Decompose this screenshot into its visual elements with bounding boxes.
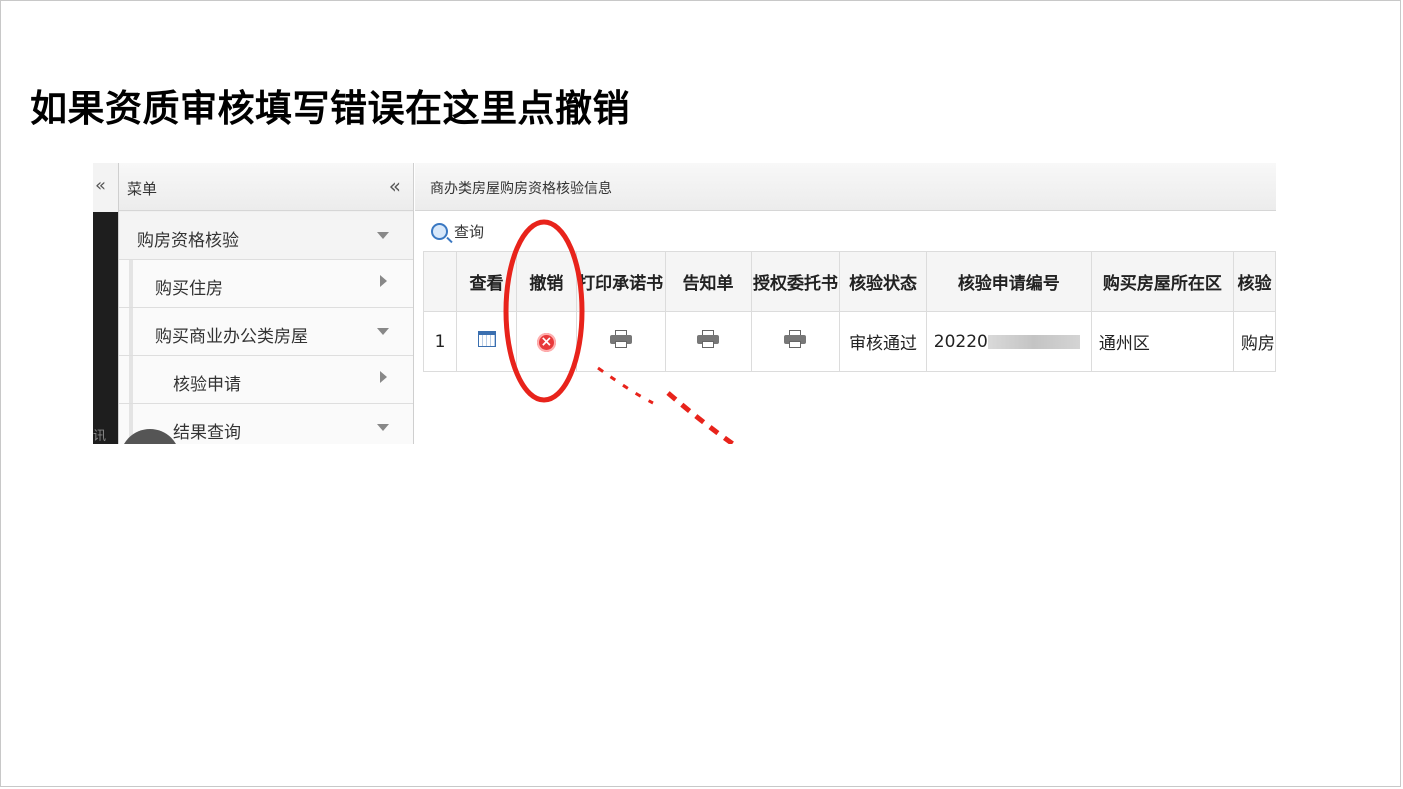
menu-item-label: 购房资格核验: [137, 231, 239, 251]
caret-down-icon: [377, 424, 389, 431]
menu-item-eligibility[interactable]: 购房资格核验: [119, 212, 413, 260]
notice-cell: [664, 311, 752, 372]
caret-right-icon: [380, 275, 387, 287]
menu-title: 菜单: [127, 180, 158, 198]
menu-item-commercial[interactable]: 购买商业办公类房屋: [119, 308, 413, 356]
status-cell: 审核通过: [839, 311, 927, 372]
side-text: 讯: [93, 429, 107, 444]
printer-icon[interactable]: [697, 330, 720, 348]
results-table: 查看 撤销 打印承诺书 告知单 授权委托书 核验状态 核验申请编号 购买房屋所在…: [422, 251, 1276, 372]
table-row: 1 × 审核通过 20220 通州区 购房: [422, 311, 1276, 372]
authorization-cell: [750, 311, 841, 372]
menu-item-label: 核验申请: [173, 375, 241, 395]
calendar-icon[interactable]: [477, 331, 496, 347]
menu-header: 菜单 «: [119, 163, 413, 211]
menu-item-label: 购买住房: [155, 279, 223, 299]
header-authorization[interactable]: 授权委托书: [750, 251, 841, 312]
embedded-screenshot: « 讯 菜单 « 购房资格核验 购买住房 购买商业办公类房屋 核验申请 结果查询: [93, 163, 1276, 444]
row-index: 1: [422, 311, 458, 372]
header-index: [422, 251, 458, 312]
menu-item-label: 结果查询: [173, 423, 241, 443]
menu-item-apply[interactable]: 核验申请: [119, 356, 413, 404]
district-cell: 通州区: [1090, 311, 1234, 372]
content-title: 商办类房屋购房资格核验信息: [430, 181, 612, 197]
header-print-promise[interactable]: 打印承诺书: [575, 251, 666, 312]
query-button[interactable]: 查询: [431, 221, 484, 242]
menu-item-label: 购买商业办公类房屋: [155, 327, 308, 347]
header-application-no[interactable]: 核验申请编号: [925, 251, 1092, 312]
dark-sidebar: 讯: [93, 212, 118, 444]
menu-panel: 菜单 « 购房资格核验 购买住房 购买商业办公类房屋 核验申请 结果查询: [118, 163, 414, 444]
expand-strip-icon[interactable]: «: [95, 175, 106, 196]
caret-right-icon: [380, 371, 387, 383]
menu-item-residential[interactable]: 购买住房: [119, 260, 413, 308]
content-header: 商办类房屋购房资格核验信息: [415, 163, 1276, 211]
toolbar: 查询: [415, 211, 1276, 251]
application-no-cell: 20220: [925, 311, 1092, 372]
application-no: 20220: [933, 331, 988, 352]
caret-down-icon: [377, 232, 389, 239]
cancel-cell: ×: [515, 311, 577, 372]
left-strip: « 讯: [93, 163, 118, 444]
table-header-row: 查看 撤销 打印承诺书 告知单 授权委托书 核验状态 核验申请编号 购买房屋所在…: [422, 251, 1276, 312]
header-district[interactable]: 购买房屋所在区: [1090, 251, 1234, 312]
next-cell: 购房: [1232, 311, 1276, 372]
header-cancel[interactable]: 撤销: [515, 251, 577, 312]
content-panel: 商办类房屋购房资格核验信息 查询 查看 撤销 打印承诺书 告知单 授权委托书 核…: [415, 163, 1276, 444]
view-cell: [456, 311, 517, 372]
search-icon: [431, 223, 448, 240]
cancel-icon[interactable]: ×: [536, 333, 556, 352]
header-notice[interactable]: 告知单: [664, 251, 752, 312]
collapse-menu-icon[interactable]: «: [389, 174, 401, 198]
header-status[interactable]: 核验状态: [839, 251, 927, 312]
slide-title: 如果资质审核填写错误在这里点撤销: [30, 87, 630, 130]
header-next[interactable]: 核验: [1232, 251, 1276, 312]
query-label: 查询: [454, 223, 485, 241]
caret-down-icon: [377, 328, 389, 335]
printer-icon[interactable]: [609, 330, 632, 348]
redacted-block: [987, 334, 1080, 349]
print-promise-cell: [575, 311, 666, 372]
header-view[interactable]: 查看: [456, 251, 517, 312]
printer-icon[interactable]: [784, 330, 807, 348]
